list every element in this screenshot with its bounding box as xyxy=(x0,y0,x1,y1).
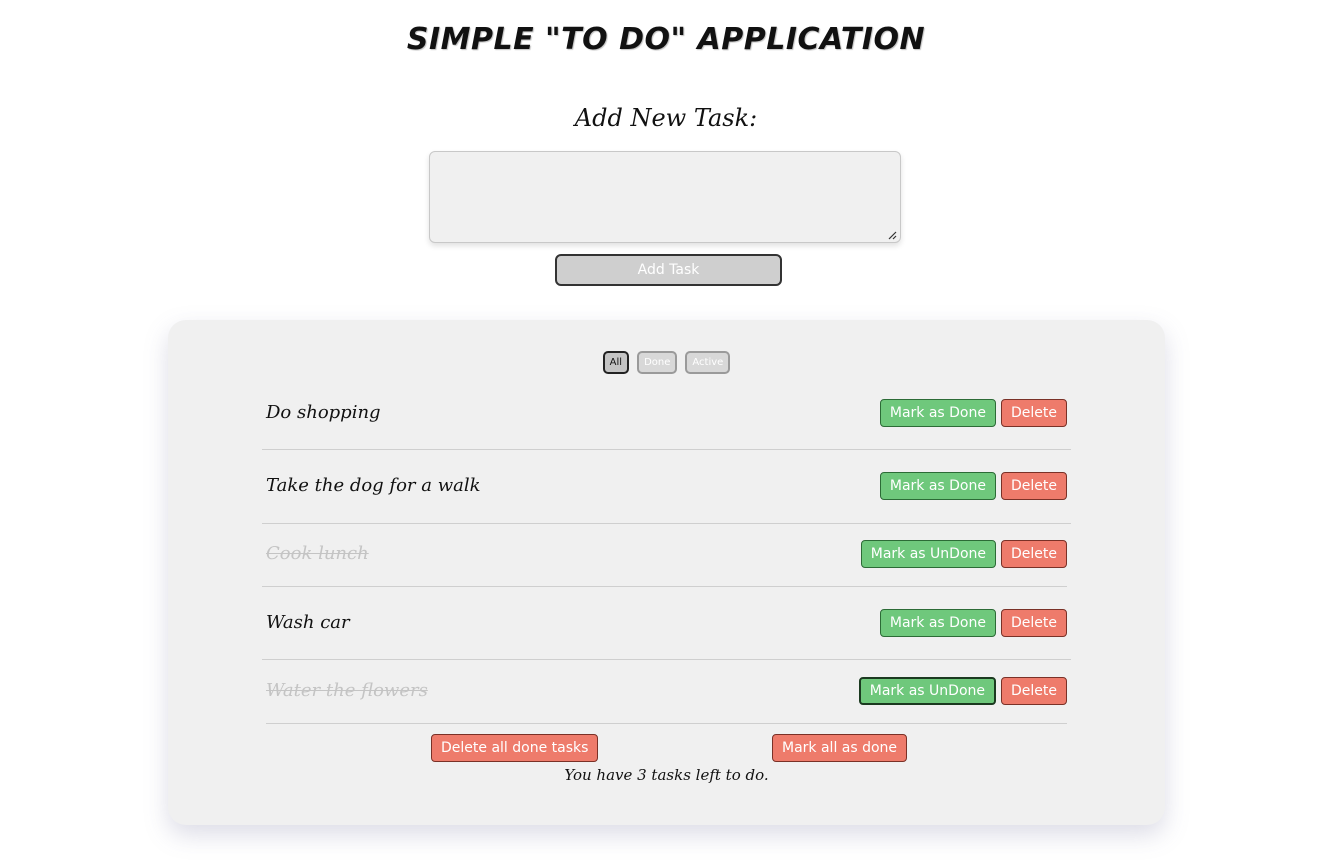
task-actions: Mark as UnDone Delete xyxy=(858,677,1067,705)
task-actions: Mark as UnDone Delete xyxy=(860,540,1067,568)
filter-bar: All Done Active xyxy=(168,351,1165,374)
delete-task-button[interactable]: Delete xyxy=(1001,472,1067,500)
filter-done-button[interactable]: Done xyxy=(637,351,678,374)
row-divider xyxy=(266,723,1067,724)
mark-done-button[interactable]: Mark as Done xyxy=(879,399,996,427)
page-title: SIMPLE "TO DO" APPLICATION xyxy=(406,22,926,57)
task-row: Do shopping Mark as Done Delete xyxy=(262,399,1067,429)
task-row: Water the flowers Mark as UnDone Delete xyxy=(262,677,1067,707)
add-task-label: Add New Task: xyxy=(574,104,758,132)
task-text: Take the dog for a walk xyxy=(266,475,481,496)
task-row: Wash car Mark as Done Delete xyxy=(262,609,1067,639)
filter-all-button[interactable]: All xyxy=(602,351,630,374)
add-task-button[interactable]: Add Task xyxy=(555,254,782,286)
row-divider xyxy=(262,523,1071,524)
task-actions: Mark as Done Delete xyxy=(879,399,1067,427)
filter-active-button[interactable]: Active xyxy=(685,351,731,374)
mark-all-done-button[interactable]: Mark all as done xyxy=(772,734,908,762)
mark-done-button[interactable]: Mark as Done xyxy=(879,609,996,637)
todo-app: SIMPLE "TO DO" APPLICATION Add New Task:… xyxy=(0,0,1332,863)
row-divider xyxy=(262,659,1071,660)
task-text: Wash car xyxy=(266,612,350,633)
resize-handle-icon[interactable] xyxy=(887,230,897,240)
mark-done-button[interactable]: Mark as Done xyxy=(879,472,996,500)
task-text: Do shopping xyxy=(266,402,381,423)
task-text: Cook lunch xyxy=(266,543,369,564)
mark-undone-button[interactable]: Mark as UnDone xyxy=(858,677,996,705)
delete-task-button[interactable]: Delete xyxy=(1001,677,1067,705)
row-divider xyxy=(262,586,1067,587)
delete-task-button[interactable]: Delete xyxy=(1001,399,1067,427)
task-row: Take the dog for a walk Mark as Done Del… xyxy=(262,472,1067,502)
new-task-textarea[interactable] xyxy=(429,151,901,243)
task-actions: Mark as Done Delete xyxy=(879,472,1067,500)
tasks-left-status: You have 3 tasks left to do. xyxy=(564,766,769,784)
delete-all-done-button[interactable]: Delete all done tasks xyxy=(431,734,599,762)
delete-task-button[interactable]: Delete xyxy=(1001,609,1067,637)
mark-undone-button[interactable]: Mark as UnDone xyxy=(860,540,996,568)
task-list-panel: All Done Active Do shopping Mark as Done… xyxy=(168,320,1165,825)
task-row: Cook lunch Mark as UnDone Delete xyxy=(262,540,1067,570)
delete-task-button[interactable]: Delete xyxy=(1001,540,1067,568)
task-text: Water the flowers xyxy=(266,680,428,701)
row-divider xyxy=(262,449,1071,450)
task-actions: Mark as Done Delete xyxy=(879,609,1067,637)
